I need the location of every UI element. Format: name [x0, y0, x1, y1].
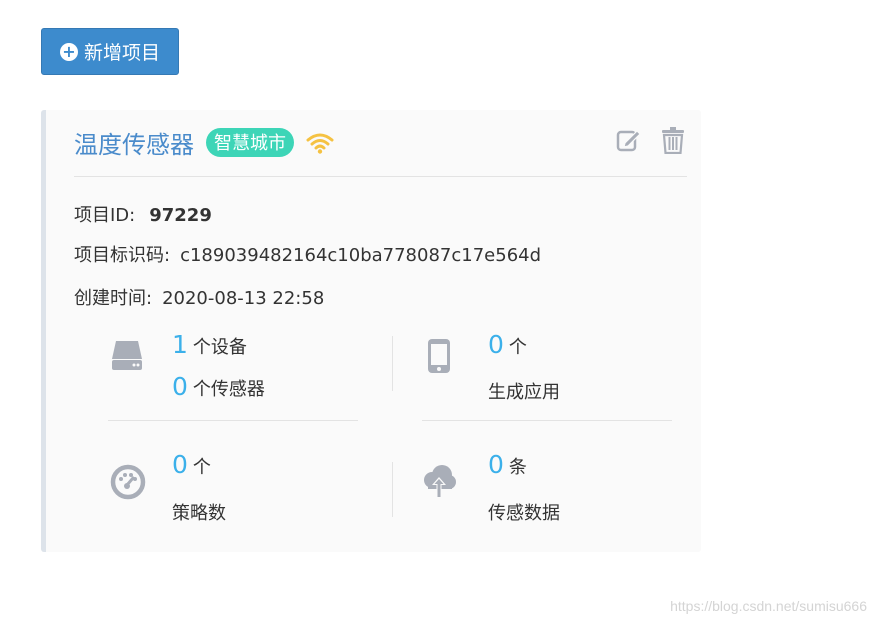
sensor-data-line: 0条	[488, 450, 527, 479]
mobile-phone-icon	[426, 338, 452, 374]
project-id-label: 项目ID:	[74, 205, 136, 226]
sensor-data-unit: 条	[508, 457, 527, 478]
add-project-button[interactable]: + 新增项目	[41, 28, 179, 75]
created-time-row: 创建时间: 2020-08-13 22:58	[74, 284, 324, 310]
project-card: 温度传感器 智慧城市 项目ID: 97229 项目标识码: c189039482…	[41, 110, 701, 552]
devices-count: 1	[172, 330, 188, 359]
strategies-line: 0个	[172, 450, 211, 479]
hard-drive-icon	[110, 338, 144, 372]
stat-row-divider-left	[108, 420, 358, 421]
project-id-row: 项目ID: 97229	[74, 201, 212, 227]
apps-label: 生成应用	[488, 382, 560, 403]
edit-icon[interactable]	[615, 125, 643, 155]
strategies-unit: 个	[192, 457, 211, 478]
stat-vertical-divider-2	[392, 462, 393, 517]
project-code-label: 项目标识码:	[74, 245, 171, 266]
created-time-value: 2020-08-13 22:58	[162, 288, 325, 309]
created-time-label: 创建时间:	[74, 288, 153, 309]
apps-line: 0个	[488, 330, 527, 359]
add-project-label: 新增项目	[83, 42, 160, 64]
card-actions	[615, 125, 687, 155]
project-title[interactable]: 温度传感器	[74, 125, 194, 160]
header-divider	[74, 176, 687, 177]
project-id-value: 97229	[149, 205, 212, 226]
stat-vertical-divider	[392, 336, 393, 391]
sensor-data-label: 传感数据	[488, 503, 560, 524]
dashboard-icon	[110, 464, 146, 500]
wifi-icon	[306, 132, 334, 154]
watermark: https://blog.csdn.net/sumisu666	[670, 598, 867, 614]
sensors-line: 0 个传感器	[172, 372, 265, 401]
stat-row-divider-right	[422, 420, 672, 421]
project-tag: 智慧城市	[206, 128, 294, 157]
apps-count: 0	[488, 330, 504, 359]
trash-icon[interactable]	[659, 125, 687, 155]
sensors-count: 0	[172, 372, 188, 401]
sensor-data-count: 0	[488, 450, 504, 479]
project-code-value: c189039482164c10ba778087c17e564d	[180, 245, 542, 266]
cloud-upload-icon	[420, 464, 458, 500]
devices-unit: 个设备	[192, 337, 247, 358]
card-header: 温度传感器 智慧城市	[74, 120, 334, 165]
devices-line: 1 个设备	[172, 330, 247, 359]
strategies-label: 策略数	[172, 503, 226, 524]
plus-circle-icon: +	[59, 42, 78, 61]
sensors-unit: 个传感器	[192, 379, 265, 400]
apps-unit: 个	[508, 337, 527, 358]
project-code-row: 项目标识码: c189039482164c10ba778087c17e564d	[74, 241, 541, 267]
strategies-count: 0	[172, 450, 188, 479]
